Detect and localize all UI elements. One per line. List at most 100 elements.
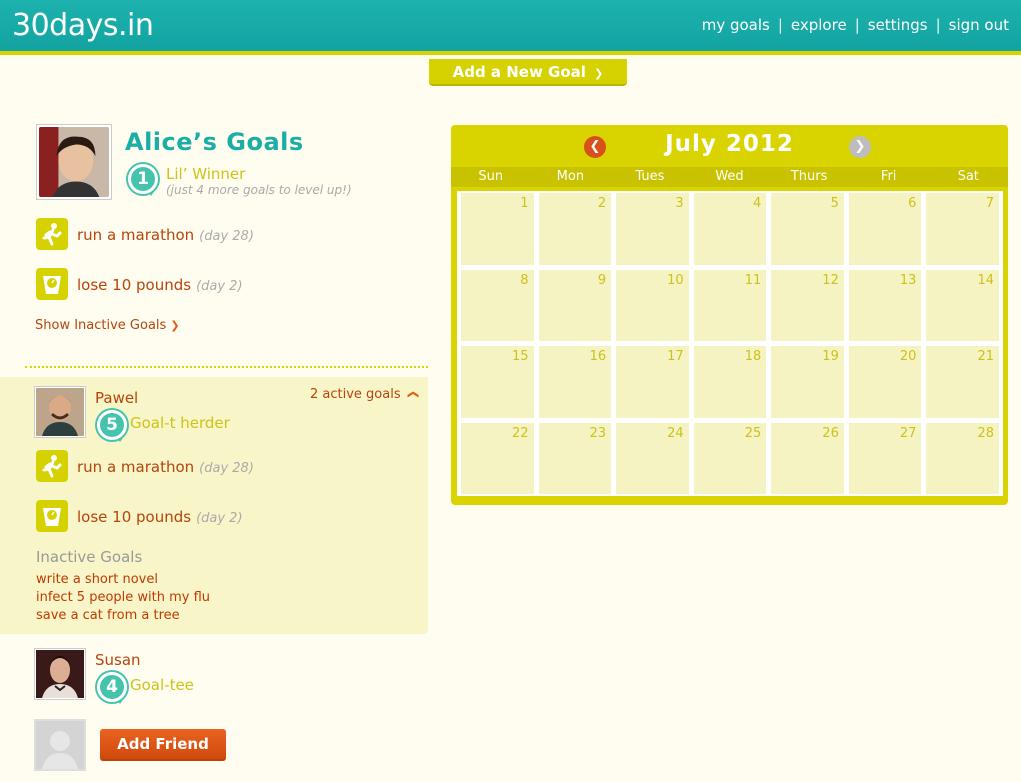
friend-name[interactable]: Pawel — [95, 389, 138, 407]
goal-name: lose 10 pounds — [77, 508, 192, 526]
calendar-day[interactable]: 6 — [848, 193, 922, 265]
calendar-header: ❮ July 2012 ❯ — [451, 125, 1008, 167]
calendar-day[interactable]: 3 — [616, 193, 689, 265]
calendar-day[interactable]: 15 — [461, 346, 534, 418]
goal-day: (day 2) — [196, 511, 243, 526]
calendar-day[interactable]: 18 — [693, 346, 767, 418]
user-photo — [39, 127, 109, 197]
active-goals-count: 2 active goals — [310, 387, 401, 402]
calendar-day[interactable]: 27 — [848, 422, 922, 494]
calendar-day[interactable]: 1 — [461, 193, 534, 265]
goal-name: lose 10 pounds — [77, 276, 192, 294]
logo[interactable]: 30days.in — [12, 8, 154, 43]
empty-avatar — [34, 719, 86, 771]
page-title: Alice’s Goals — [125, 128, 304, 156]
chevron-up-icon: ❯ — [405, 389, 419, 400]
add-new-goal-label: Add a New Goal — [452, 63, 586, 81]
nav-separator: | — [777, 16, 783, 34]
main-nav: my goals | explore | settings | sign out — [702, 16, 1009, 34]
nav-separator: | — [935, 16, 941, 34]
calendar-month-title: July 2012 — [665, 131, 794, 157]
calendar-day[interactable]: 22 — [461, 422, 534, 494]
inactive-goal-item[interactable]: save a cat from a tree — [36, 608, 180, 623]
calendar-day[interactable]: 17 — [616, 346, 689, 418]
nav-explore[interactable]: explore — [791, 16, 847, 34]
weekday-header-row: Sun Mon Tues Wed Thurs Fri Sat — [451, 167, 1008, 187]
calendar-day[interactable]: 20 — [848, 346, 922, 418]
calendar-day[interactable]: 16 — [538, 346, 612, 418]
goal-name: run a marathon — [77, 458, 195, 476]
divider — [25, 366, 428, 368]
person-placeholder-icon — [36, 721, 84, 769]
friend-name[interactable]: Susan — [95, 651, 141, 669]
goal-name: run a marathon — [77, 226, 195, 244]
calendar-day[interactable]: 19 — [771, 346, 844, 418]
level-badge: 4 — [97, 672, 131, 706]
goal-item[interactable]: run a marathon (day 28) — [77, 458, 254, 476]
goal-day: (day 28) — [199, 461, 254, 476]
weekday-label: Mon — [556, 169, 585, 184]
nav-separator: | — [854, 16, 860, 34]
chevron-down-icon: ❯ — [170, 319, 180, 332]
runner-icon — [36, 450, 68, 482]
level-badge: 5 — [97, 410, 131, 444]
calendar-day[interactable]: 25 — [693, 422, 767, 494]
chevron-down-icon: ❯ — [594, 67, 604, 80]
level-badge: 1 — [128, 164, 162, 198]
goal-item[interactable]: lose 10 pounds (day 2) — [77, 276, 243, 294]
calendar-day[interactable]: 13 — [848, 269, 922, 341]
weekday-label: Wed — [715, 169, 744, 184]
show-inactive-label: Show Inactive Goals — [35, 318, 167, 333]
inactive-goal-item[interactable]: infect 5 people with my flu — [36, 590, 210, 605]
next-month-button[interactable]: ❯ — [849, 136, 871, 158]
weekday-label: Thurs — [790, 169, 828, 184]
rank-label: Goal-tee — [130, 676, 194, 694]
calendar-day[interactable]: 2 — [538, 193, 612, 265]
inactive-goals-heading: Inactive Goals — [36, 548, 143, 566]
weekday-label: Fri — [880, 169, 897, 184]
calendar-grid: 1 2 3 4 5 6 7 8 9 10 11 12 13 14 15 16 1… — [457, 191, 1003, 496]
goal-item[interactable]: lose 10 pounds (day 2) — [77, 508, 243, 526]
goal-day: (day 2) — [196, 279, 243, 294]
calendar-day[interactable]: 4 — [693, 193, 767, 265]
rank-label: Lil’ Winner — [166, 165, 246, 183]
user-avatar[interactable] — [36, 124, 112, 200]
runner-icon — [36, 218, 68, 250]
calendar-day[interactable]: 24 — [616, 422, 689, 494]
calendar-day[interactable]: 5 — [771, 193, 844, 265]
level-up-hint: (just 4 more goals to level up!) — [166, 183, 352, 197]
scale-icon — [36, 500, 68, 532]
calendar-day[interactable]: 26 — [771, 422, 844, 494]
calendar-day[interactable]: 28 — [926, 422, 999, 494]
inactive-goal-item[interactable]: write a short novel — [36, 572, 158, 587]
rank-label: Goal-t herder — [130, 414, 230, 432]
add-new-goal-button[interactable]: Add a New Goal ❯ — [429, 59, 627, 86]
calendar-day[interactable]: 11 — [693, 269, 767, 341]
calendar-day[interactable]: 8 — [461, 269, 534, 341]
friend-avatar[interactable] — [34, 648, 86, 700]
calendar-day[interactable]: 14 — [926, 269, 999, 341]
nav-sign-out[interactable]: sign out — [949, 16, 1009, 34]
goal-day: (day 28) — [199, 229, 254, 244]
friend-photo — [36, 650, 84, 698]
friend-avatar[interactable] — [34, 386, 86, 438]
goal-item[interactable]: run a marathon (day 28) — [77, 226, 254, 244]
show-inactive-goals-link[interactable]: Show Inactive Goals ❯ — [35, 318, 180, 333]
add-friend-button[interactable]: Add Friend — [100, 729, 226, 761]
calendar-day[interactable]: 9 — [538, 269, 612, 341]
calendar-day[interactable]: 23 — [538, 422, 612, 494]
calendar-day[interactable]: 7 — [926, 193, 999, 265]
scale-icon — [36, 268, 68, 300]
weekday-label: Sat — [957, 169, 979, 184]
weekday-label: Sun — [478, 169, 504, 184]
top-bar: 30days.in my goals | explore | settings … — [0, 0, 1021, 55]
nav-my-goals[interactable]: my goals — [702, 16, 770, 34]
active-goals-toggle[interactable]: 2 active goals ❯ — [310, 387, 419, 402]
calendar: ❮ July 2012 ❯ Sun Mon Tues Wed Thurs Fri… — [451, 125, 1008, 505]
calendar-day[interactable]: 12 — [771, 269, 844, 341]
calendar-day[interactable]: 10 — [616, 269, 689, 341]
weekday-label: Tues — [635, 169, 665, 184]
calendar-day[interactable]: 21 — [926, 346, 999, 418]
nav-settings[interactable]: settings — [868, 16, 928, 34]
friend-photo — [36, 388, 84, 436]
